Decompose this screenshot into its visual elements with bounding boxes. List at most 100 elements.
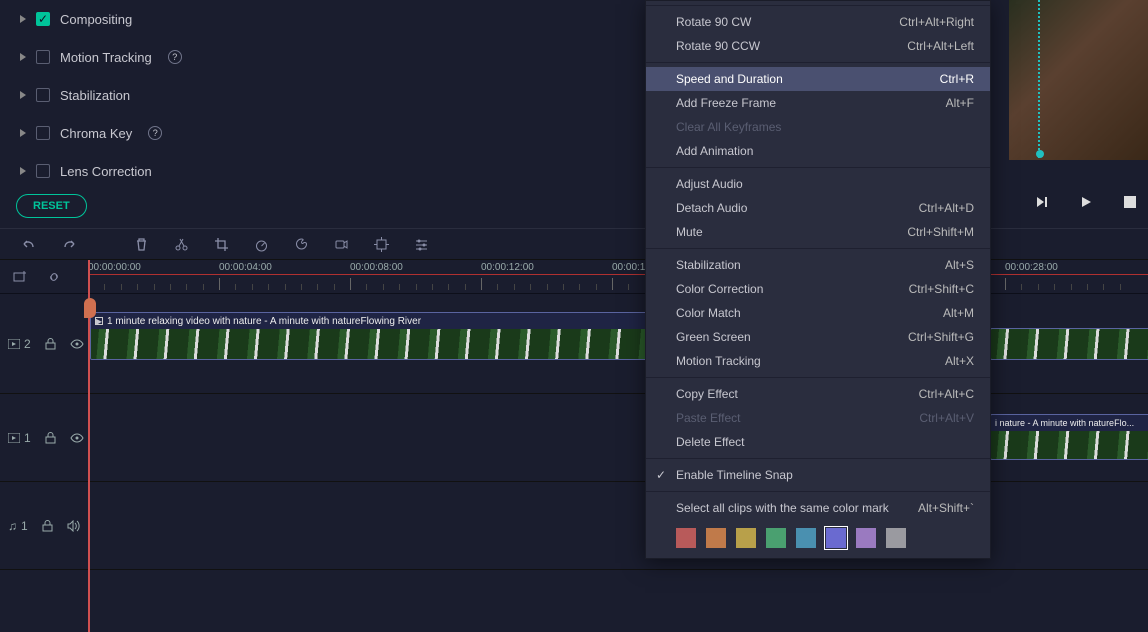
help-icon[interactable]: ? bbox=[148, 126, 162, 140]
ruler-label: 00:00:00:00 bbox=[88, 262, 141, 273]
play-button[interactable] bbox=[1076, 192, 1096, 212]
video-clip[interactable] bbox=[990, 328, 1148, 360]
menu-item[interactable]: Select all clips with the same color mar… bbox=[646, 496, 990, 520]
menu-item[interactable]: Speed and DurationCtrl+R bbox=[646, 67, 990, 91]
menu-item-label: Stabilization bbox=[676, 258, 741, 272]
reset-button[interactable]: RESET bbox=[16, 194, 87, 218]
color-swatch[interactable] bbox=[736, 528, 756, 548]
menu-item-label: Adjust Audio bbox=[676, 177, 743, 191]
expand-icon[interactable] bbox=[20, 91, 26, 99]
expand-icon[interactable] bbox=[20, 53, 26, 61]
expand-icon[interactable] bbox=[20, 167, 26, 175]
menu-item-shortcut: Ctrl+Shift+C bbox=[909, 282, 974, 296]
effect-checkbox[interactable] bbox=[36, 126, 50, 140]
menu-item-shortcut: Ctrl+R bbox=[940, 72, 974, 86]
menu-item: Clear All Keyframes bbox=[646, 115, 990, 139]
record-button[interactable] bbox=[332, 235, 350, 253]
menu-item[interactable]: Rotate 90 CW Ctrl+Alt+Right bbox=[646, 10, 990, 34]
menu-item[interactable]: Add Animation bbox=[646, 139, 990, 163]
context-menu: Rotate 90 CWCtrl+Alt+RightRotate 90 CCWC… bbox=[645, 0, 991, 559]
track-type-icon bbox=[8, 433, 20, 443]
menu-item-shortcut: Ctrl+Alt+Right bbox=[899, 15, 974, 29]
ruler-label: 00:00:28:00 bbox=[1005, 262, 1058, 273]
ruler-label: 00:00:08:00 bbox=[350, 262, 403, 273]
menu-item[interactable]: Delete Effect bbox=[646, 430, 990, 454]
track-type-icon bbox=[8, 339, 20, 349]
menu-item-label: Clear All Keyframes bbox=[676, 120, 781, 134]
lock-icon[interactable] bbox=[45, 338, 56, 350]
track-type-icon: ♫ bbox=[8, 519, 17, 533]
video-clip[interactable]: ▸1 minute relaxing video with nature - A… bbox=[90, 312, 650, 360]
menu-item-label: Rotate 90 CCW bbox=[676, 39, 760, 53]
color-swatch[interactable] bbox=[886, 528, 906, 548]
lock-icon[interactable] bbox=[45, 432, 56, 444]
menu-item-label: Copy Effect bbox=[676, 387, 738, 401]
menu-item[interactable]: MuteCtrl+Shift+M bbox=[646, 220, 990, 244]
adjust-button[interactable] bbox=[412, 235, 430, 253]
playhead-handle[interactable] bbox=[84, 298, 96, 318]
menu-item-label: Mute bbox=[676, 225, 703, 239]
menu-item[interactable]: Adjust Audio bbox=[646, 172, 990, 196]
menu-item-shortcut: Ctrl+Alt+D bbox=[919, 201, 974, 215]
menu-item[interactable]: Add Freeze Frame Alt+F bbox=[646, 91, 990, 115]
video-clip[interactable]: i nature - A minute with natureFlo... bbox=[990, 414, 1148, 460]
speed-button[interactable] bbox=[252, 235, 270, 253]
effect-checkbox[interactable] bbox=[36, 164, 50, 178]
eye-icon[interactable] bbox=[70, 433, 84, 443]
delete-button[interactable] bbox=[132, 235, 150, 253]
color-button[interactable] bbox=[292, 235, 310, 253]
preview-crop-edge[interactable] bbox=[1038, 0, 1040, 158]
menu-item-label: Paste Effect bbox=[676, 411, 740, 425]
menu-item[interactable]: Motion TrackingAlt+X bbox=[646, 349, 990, 373]
effect-checkbox[interactable]: ✓ bbox=[36, 12, 50, 26]
effect-checkbox[interactable] bbox=[36, 50, 50, 64]
menu-item[interactable]: Green ScreenCtrl+Shift+G bbox=[646, 325, 990, 349]
menu-item[interactable]: Rotate 90 CCWCtrl+Alt+Left bbox=[646, 34, 990, 58]
menu-item: Paste Effect Ctrl+Alt+V bbox=[646, 406, 990, 430]
menu-item[interactable]: Copy Effect Ctrl+Alt+C bbox=[646, 382, 990, 406]
color-swatch[interactable] bbox=[766, 528, 786, 548]
speaker-icon[interactable] bbox=[67, 520, 80, 532]
eye-icon[interactable] bbox=[70, 339, 84, 349]
color-swatch[interactable] bbox=[796, 528, 816, 548]
menu-item-shortcut: Ctrl+Alt+V bbox=[919, 411, 974, 425]
expand-icon[interactable] bbox=[20, 15, 26, 23]
crop-button[interactable] bbox=[212, 235, 230, 253]
menu-item[interactable]: StabilizationAlt+S bbox=[646, 253, 990, 277]
check-icon: ✓ bbox=[656, 468, 666, 482]
redo-button[interactable] bbox=[60, 235, 78, 253]
stop-button[interactable] bbox=[1120, 192, 1140, 212]
effect-label: Lens Correction bbox=[60, 164, 152, 179]
preview-viewport[interactable] bbox=[1008, 0, 1148, 160]
link-button[interactable] bbox=[46, 269, 62, 285]
menu-item-shortcut: Alt+Shift+` bbox=[918, 501, 974, 515]
menu-item-shortcut: Alt+F bbox=[946, 96, 974, 110]
clip-title: 1 minute relaxing video with nature - A … bbox=[107, 316, 421, 327]
lock-icon[interactable] bbox=[42, 520, 53, 532]
color-swatch[interactable] bbox=[826, 528, 846, 548]
menu-item-shortcut: Ctrl+Alt+C bbox=[919, 387, 974, 401]
color-swatch[interactable] bbox=[856, 528, 876, 548]
menu-item[interactable]: Detach Audio Ctrl+Alt+D bbox=[646, 196, 990, 220]
expand-icon[interactable] bbox=[20, 129, 26, 137]
preview-crop-handle[interactable] bbox=[1036, 150, 1044, 158]
clip-thumbnail bbox=[991, 329, 1148, 359]
track-number: 1 bbox=[24, 431, 31, 445]
menu-item[interactable]: Color MatchAlt+M bbox=[646, 301, 990, 325]
add-track-button[interactable] bbox=[12, 269, 28, 285]
menu-item-label: Rotate 90 CW bbox=[676, 15, 751, 29]
step-forward-button[interactable] bbox=[1032, 192, 1052, 212]
menu-item-label: Add Animation bbox=[676, 144, 753, 158]
mark-button[interactable] bbox=[372, 235, 390, 253]
menu-item-label: Detach Audio bbox=[676, 201, 747, 215]
effect-checkbox[interactable] bbox=[36, 88, 50, 102]
color-swatch[interactable] bbox=[706, 528, 726, 548]
menu-item-label: Add Freeze Frame bbox=[676, 96, 776, 110]
undo-button[interactable] bbox=[20, 235, 38, 253]
help-icon[interactable]: ? bbox=[168, 50, 182, 64]
ruler-label: 00:00:12:00 bbox=[481, 262, 534, 273]
color-swatch[interactable] bbox=[676, 528, 696, 548]
menu-item[interactable]: Color CorrectionCtrl+Shift+C bbox=[646, 277, 990, 301]
split-button[interactable] bbox=[172, 235, 190, 253]
menu-item[interactable]: ✓Enable Timeline Snap bbox=[646, 463, 990, 487]
